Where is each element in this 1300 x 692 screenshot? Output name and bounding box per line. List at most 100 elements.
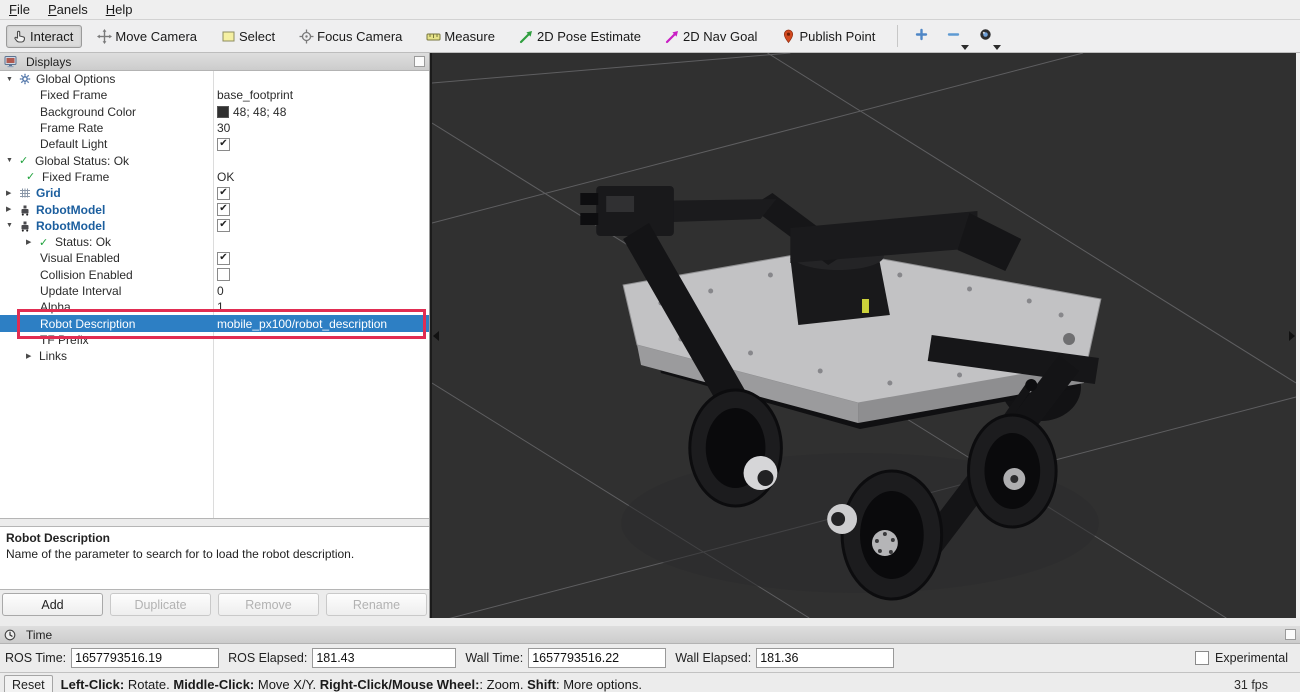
property-value[interactable]: OK [217, 170, 234, 184]
property-name: RobotModel [36, 203, 105, 217]
plus-button[interactable] [908, 24, 934, 48]
tool-2d-nav-goal[interactable]: 2D Nav Goal [659, 25, 766, 48]
checkbox-checked[interactable]: ✔ [217, 203, 230, 216]
tool-label: Move Camera [115, 29, 197, 44]
focus-icon [299, 29, 314, 44]
time-field-input[interactable] [312, 648, 456, 668]
collapse-arrow-icon[interactable]: ▼ [6, 76, 19, 83]
time-float-button[interactable] [1285, 629, 1296, 640]
hand-icon [12, 29, 27, 44]
experimental-checkbox[interactable] [1195, 651, 1209, 665]
expand-arrow-icon[interactable]: ▶ [6, 190, 19, 197]
3d-viewport[interactable] [430, 53, 1296, 618]
time-panel-header[interactable]: Time [0, 626, 1300, 644]
dropdown-caret-icon [993, 45, 1001, 50]
tree-row-visual-enabled[interactable]: Visual Enabled ✔ [0, 250, 429, 266]
tree-row-robotmodel[interactable]: ▼RobotModel✔ [0, 218, 429, 234]
tree-row-fixed-frame[interactable]: Fixed Framebase_footprint [0, 87, 429, 103]
rename-button[interactable]: Rename [326, 593, 427, 616]
tree-row-background-color[interactable]: Background Color 48; 48; 48 [0, 104, 429, 120]
property-value[interactable]: 30 [217, 121, 230, 135]
checkbox-checked[interactable]: ✔ [217, 138, 230, 151]
minus-button[interactable] [940, 24, 966, 48]
splitter-arrow-left[interactable] [433, 331, 439, 341]
property-name: Robot Description [40, 317, 135, 331]
duplicate-button[interactable]: Duplicate [110, 593, 211, 616]
checkbox-unchecked[interactable] [217, 268, 230, 281]
status-ok-check-icon: ✓ [19, 154, 33, 167]
property-name: Grid [36, 186, 61, 200]
expand-arrow-icon[interactable]: ▶ [6, 206, 19, 213]
tree-row-alpha[interactable]: Alpha1 [0, 299, 429, 315]
property-value[interactable]: mobile_px100/robot_description [217, 317, 387, 331]
reset-button[interactable]: Reset [4, 675, 53, 692]
select-box-icon [221, 29, 236, 44]
remove-button[interactable]: Remove [218, 593, 319, 616]
displays-panel-header[interactable]: Displays [0, 53, 429, 71]
property-value[interactable]: base_footprint [217, 88, 293, 102]
minus-icon [946, 27, 961, 45]
time-field-ros-time-: ROS Time: [5, 648, 219, 668]
gear-icon [19, 73, 33, 85]
tool-label: 2D Pose Estimate [537, 29, 641, 44]
time-field-input[interactable] [528, 648, 666, 668]
tree-row-global-status-ok[interactable]: ▼✓Global Status: Ok [0, 152, 429, 168]
time-field-input[interactable] [756, 648, 894, 668]
property-name: TF Prefix [40, 333, 89, 347]
help-description: Name of the parameter to search for to l… [6, 547, 423, 561]
tool-2d-pose-estimate[interactable]: 2D Pose Estimate [513, 25, 650, 48]
displays-float-button[interactable] [414, 56, 425, 67]
property-value[interactable]: 0 [217, 284, 224, 298]
nav-arrow-icon [665, 29, 680, 44]
collapse-arrow-icon[interactable]: ▼ [6, 157, 19, 164]
robot-icon [19, 220, 33, 232]
tree-row-update-interval[interactable]: Update Interval0 [0, 283, 429, 299]
tool-focus-camera[interactable]: Focus Camera [293, 25, 411, 48]
property-value[interactable]: 48; 48; 48 [233, 105, 286, 119]
tree-row-robot-description[interactable]: Robot Description mobile_px100/robot_desc… [0, 315, 429, 331]
menu-panels[interactable]: Panels [39, 0, 97, 19]
status-bar: Reset Left-Click: Rotate. Middle-Click: … [0, 672, 1300, 692]
property-value[interactable]: 1 [217, 300, 224, 314]
splitter-arrow-right[interactable] [1289, 331, 1295, 341]
property-name: Background Color [40, 105, 136, 119]
displays-buttons: Add Duplicate Remove Rename [0, 593, 429, 616]
tool-select[interactable]: Select [215, 25, 284, 48]
tree-row-grid[interactable]: ▶ Grid ✔ [0, 185, 429, 201]
tool-publish-point[interactable]: Publish Point [775, 25, 884, 48]
checkbox-checked[interactable]: ✔ [217, 187, 230, 200]
experimental-toggle[interactable]: Experimental [1195, 651, 1288, 665]
displays-tree: ▼Global OptionsFixed Framebase_footprint… [0, 71, 429, 519]
tree-row-tf-prefix[interactable]: TF Prefix [0, 332, 429, 348]
tree-row-robotmodel[interactable]: ▶ RobotModel ✔ [0, 201, 429, 217]
tool-measure[interactable]: Measure [420, 25, 504, 48]
color-swatch[interactable] [217, 106, 229, 118]
tool-move-camera[interactable]: Move Camera [91, 25, 206, 48]
expand-arrow-icon[interactable]: ▶ [26, 239, 39, 246]
tool-interact[interactable]: Interact [6, 25, 82, 48]
property-name: Visual Enabled [40, 251, 120, 265]
displays-panel: Displays ▼Global OptionsFixed Framebase_… [0, 53, 430, 618]
checkbox-checked[interactable]: ✔ [217, 252, 230, 265]
property-name: Collision Enabled [40, 268, 133, 282]
tree-row-fixed-frame[interactable]: ✓Fixed FrameOK [0, 169, 429, 185]
expand-arrow-icon[interactable]: ▶ [26, 353, 39, 360]
fps-counter: 31 fps [1234, 678, 1268, 692]
tree-row-global-options[interactable]: ▼Global Options [0, 71, 429, 87]
time-field-input[interactable] [71, 648, 219, 668]
tree-row-status-ok[interactable]: ▶✓Status: Ok [0, 234, 429, 250]
tree-row-links[interactable]: ▶Links [0, 348, 429, 364]
time-field-label: ROS Time: [5, 651, 66, 665]
toolbar: Interact Move Camera Select Focus Camera Mea… [0, 20, 1300, 52]
tree-row-collision-enabled[interactable]: Collision Enabled [0, 267, 429, 283]
eye-button[interactable] [972, 24, 998, 48]
menu-help[interactable]: Help [97, 0, 142, 19]
property-name: Fixed Frame [42, 170, 109, 184]
add-button[interactable]: Add [2, 593, 103, 616]
tree-row-default-light[interactable]: Default Light✔ [0, 136, 429, 152]
menu-file[interactable]: File [0, 0, 39, 19]
rviz-window: FilePanelsHelp Interact Move Camera Select… [0, 0, 1300, 692]
collapse-arrow-icon[interactable]: ▼ [6, 222, 19, 229]
tree-row-frame-rate[interactable]: Frame Rate30 [0, 120, 429, 136]
checkbox-checked[interactable]: ✔ [217, 219, 230, 232]
